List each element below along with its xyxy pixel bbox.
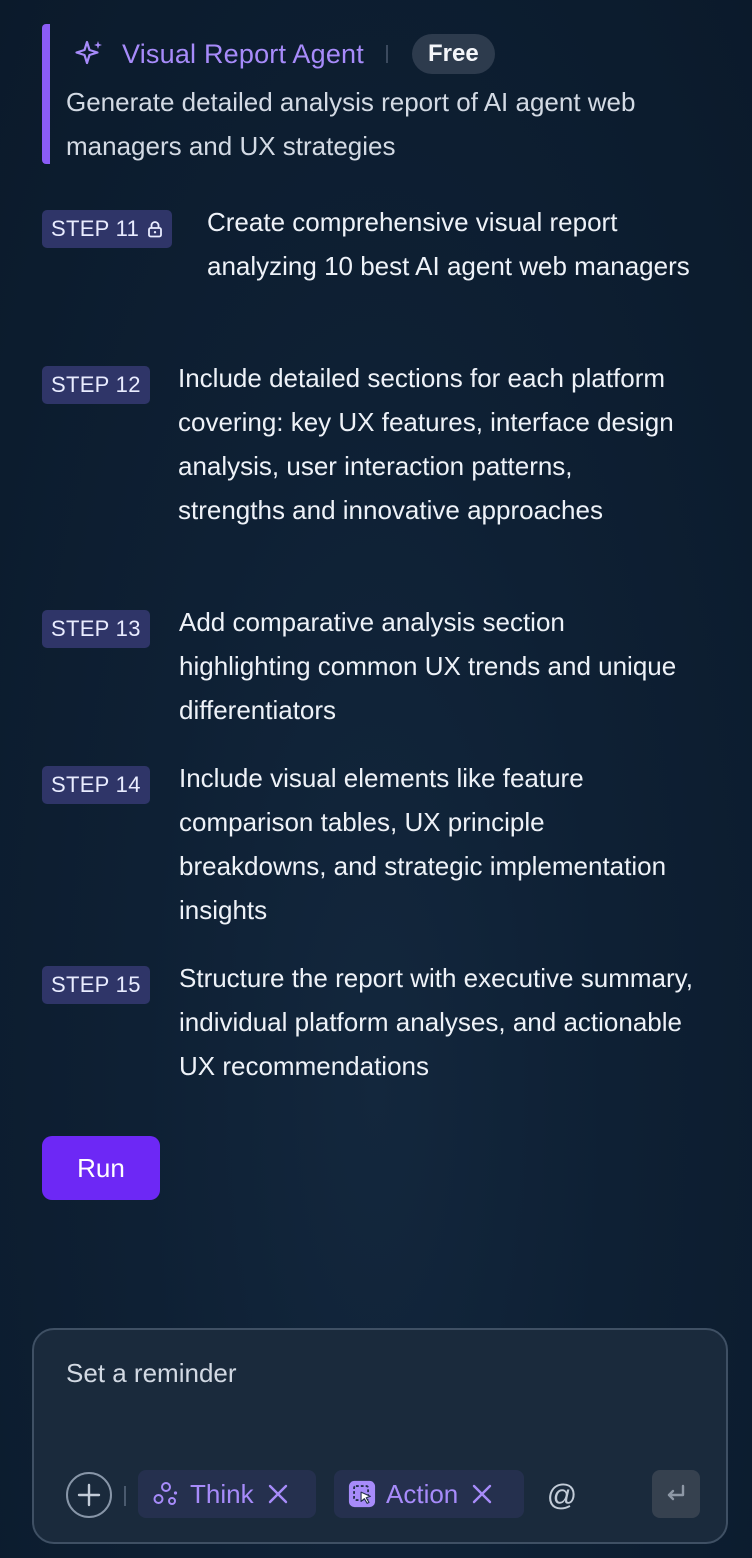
mention-button[interactable]: @ bbox=[542, 1476, 582, 1516]
title-divider bbox=[385, 45, 388, 63]
run-button[interactable]: Run bbox=[42, 1136, 160, 1200]
close-icon[interactable] bbox=[470, 1482, 494, 1506]
add-button[interactable] bbox=[66, 1472, 112, 1518]
plan-badge: Free bbox=[411, 34, 495, 74]
plus-icon bbox=[77, 1483, 101, 1507]
step-label: STEP 15 bbox=[51, 972, 141, 997]
agent-description: Generate detailed analysis report of AI … bbox=[66, 87, 636, 161]
agent-name: Visual Report Agent bbox=[122, 38, 364, 69]
action-chip[interactable]: Action bbox=[334, 1470, 524, 1518]
sparkle-icon bbox=[74, 39, 104, 69]
step-badge: STEP 12 bbox=[42, 366, 150, 404]
step-label: STEP 11 bbox=[51, 216, 140, 241]
step-badge: STEP 14 bbox=[42, 766, 150, 804]
composer-toolbar: Think Action @ bbox=[66, 1470, 700, 1520]
message-input[interactable]: Set a reminder bbox=[66, 1358, 686, 1389]
step-label: STEP 12 bbox=[51, 372, 141, 397]
step-label: STEP 13 bbox=[51, 616, 141, 641]
send-button[interactable] bbox=[652, 1470, 700, 1518]
step-text: Include detailed sections for each platf… bbox=[178, 363, 674, 525]
toolbar-divider bbox=[124, 1486, 126, 1506]
close-icon[interactable] bbox=[266, 1482, 290, 1506]
step-text: Structure the report with executive summ… bbox=[179, 963, 693, 1081]
think-chip-label: Think bbox=[190, 1478, 254, 1509]
think-icon bbox=[152, 1480, 180, 1508]
think-chip[interactable]: Think bbox=[138, 1470, 316, 1518]
action-icon bbox=[348, 1480, 376, 1508]
action-chip-label: Action bbox=[386, 1478, 459, 1509]
step-text: Add comparative analysis section highlig… bbox=[179, 607, 677, 725]
enter-icon bbox=[667, 1484, 685, 1501]
step-text: Include visual elements like feature com… bbox=[179, 763, 667, 925]
composer: Set a reminder Think Action @ bbox=[32, 1328, 728, 1544]
agent-header: Visual Report Agent Free Generate detail… bbox=[42, 24, 722, 164]
step-text: Create comprehensive visual report analy… bbox=[207, 207, 690, 281]
step-badge: STEP 15 bbox=[42, 966, 150, 1004]
step-badge: STEP 11 bbox=[42, 210, 173, 248]
lock-icon bbox=[147, 220, 163, 238]
step-label: STEP 14 bbox=[51, 772, 141, 797]
step-badge: STEP 13 bbox=[42, 610, 150, 648]
agent-title-row: Visual Report Agent Free bbox=[74, 34, 495, 74]
